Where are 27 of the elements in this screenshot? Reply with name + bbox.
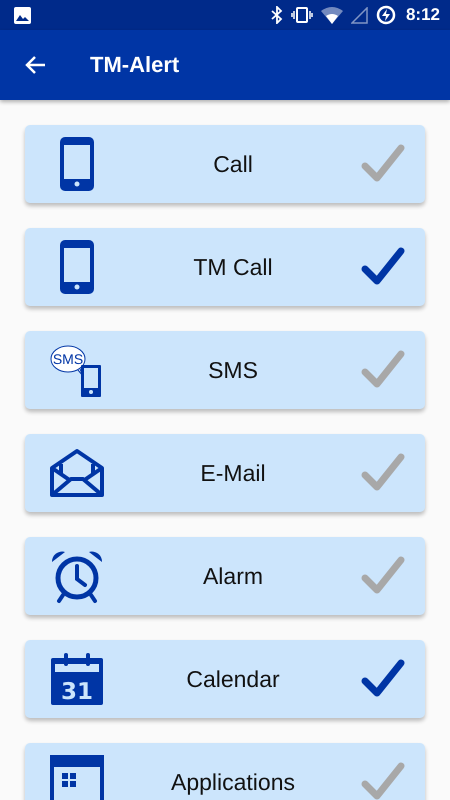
card-label: Alarm bbox=[202, 562, 264, 590]
alert-card[interactable]: E-Mail bbox=[25, 434, 425, 512]
card-label: Calendar bbox=[185, 666, 281, 692]
wifi-icon bbox=[320, 6, 343, 24]
alert-card[interactable]: Call bbox=[25, 125, 425, 203]
alert-card[interactable]: TM Call bbox=[25, 228, 425, 306]
envelope-icon bbox=[49, 448, 105, 498]
phone-icon bbox=[60, 240, 94, 294]
image-icon bbox=[14, 6, 31, 24]
clock-time: 8:12 bbox=[406, 5, 440, 25]
app-title: TM-Alert bbox=[90, 52, 180, 78]
card-label: Applications bbox=[170, 768, 296, 796]
card-label: TM Call bbox=[192, 254, 274, 280]
alert-card[interactable]: SMS SMS bbox=[25, 331, 425, 409]
vibrate-icon bbox=[290, 7, 313, 23]
signal-icon bbox=[350, 6, 368, 24]
checkmark-icon[interactable] bbox=[361, 760, 405, 800]
alert-card[interactable]: 31 Calendar bbox=[25, 640, 425, 718]
bluetooth-icon bbox=[270, 6, 283, 24]
battery-saver-icon bbox=[376, 5, 396, 25]
card-label: SMS bbox=[207, 356, 259, 384]
alert-card[interactable]: Alarm bbox=[25, 537, 425, 615]
card-label: E-Mail bbox=[199, 460, 267, 486]
app-window-icon bbox=[50, 755, 104, 800]
card-label: Call bbox=[212, 150, 254, 178]
phone-icon bbox=[60, 137, 94, 191]
alert-card[interactable]: Applications bbox=[25, 743, 425, 800]
